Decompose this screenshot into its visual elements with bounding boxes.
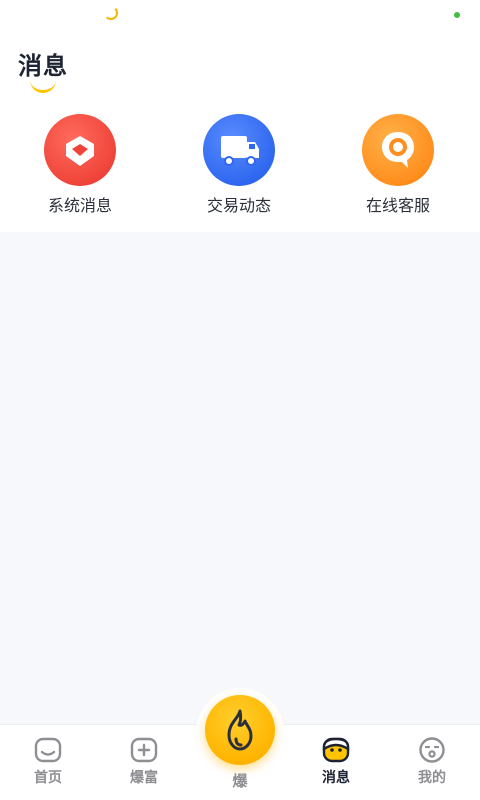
tab-home[interactable]: 首页 bbox=[0, 735, 96, 787]
flame-button[interactable] bbox=[205, 695, 275, 765]
flame-icon bbox=[227, 709, 253, 751]
tab-label: 爆 bbox=[232, 772, 248, 790]
shortcut-label: 在线客服 bbox=[365, 196, 430, 215]
tab-baofu[interactable]: 爆富 bbox=[96, 735, 192, 787]
status-dot-icon bbox=[454, 12, 460, 18]
shortcut-label: 系统消息 bbox=[47, 196, 112, 215]
plus-square-icon bbox=[129, 735, 159, 765]
system-message-icon bbox=[44, 114, 116, 186]
status-bar bbox=[0, 0, 480, 30]
page-title: 消息 bbox=[18, 52, 68, 80]
status-indicator-icon bbox=[104, 6, 118, 20]
chat-bubble-icon bbox=[362, 114, 434, 186]
shortcut-system-message[interactable]: 系统消息 bbox=[20, 114, 140, 216]
tab-label: 消息 bbox=[322, 770, 350, 786]
truck-icon bbox=[203, 114, 275, 186]
title-underline bbox=[30, 78, 56, 93]
tab-center-bao[interactable] bbox=[196, 688, 284, 776]
tab-messages[interactable]: 消息 bbox=[288, 735, 384, 787]
tab-label: 爆富 bbox=[130, 770, 158, 786]
messages-page: 消息 系统消息 交易动态 在线客服 首页 爆富 消息 我的 爆 bbox=[0, 0, 480, 800]
shortcut-row: 系统消息 交易动态 在线客服 bbox=[0, 114, 480, 224]
tab-label: 我的 bbox=[418, 770, 446, 786]
tab-profile[interactable]: 我的 bbox=[384, 735, 480, 787]
home-face-icon bbox=[33, 735, 63, 765]
shortcut-label: 交易动态 bbox=[206, 196, 271, 215]
tab-label: 首页 bbox=[34, 770, 62, 786]
profile-face-icon bbox=[417, 735, 447, 765]
shortcut-transaction-updates[interactable]: 交易动态 bbox=[179, 114, 299, 216]
header: 消息 系统消息 交易动态 在线客服 bbox=[0, 30, 480, 232]
shortcut-online-service[interactable]: 在线客服 bbox=[338, 114, 458, 216]
chat-face-icon bbox=[321, 735, 351, 765]
